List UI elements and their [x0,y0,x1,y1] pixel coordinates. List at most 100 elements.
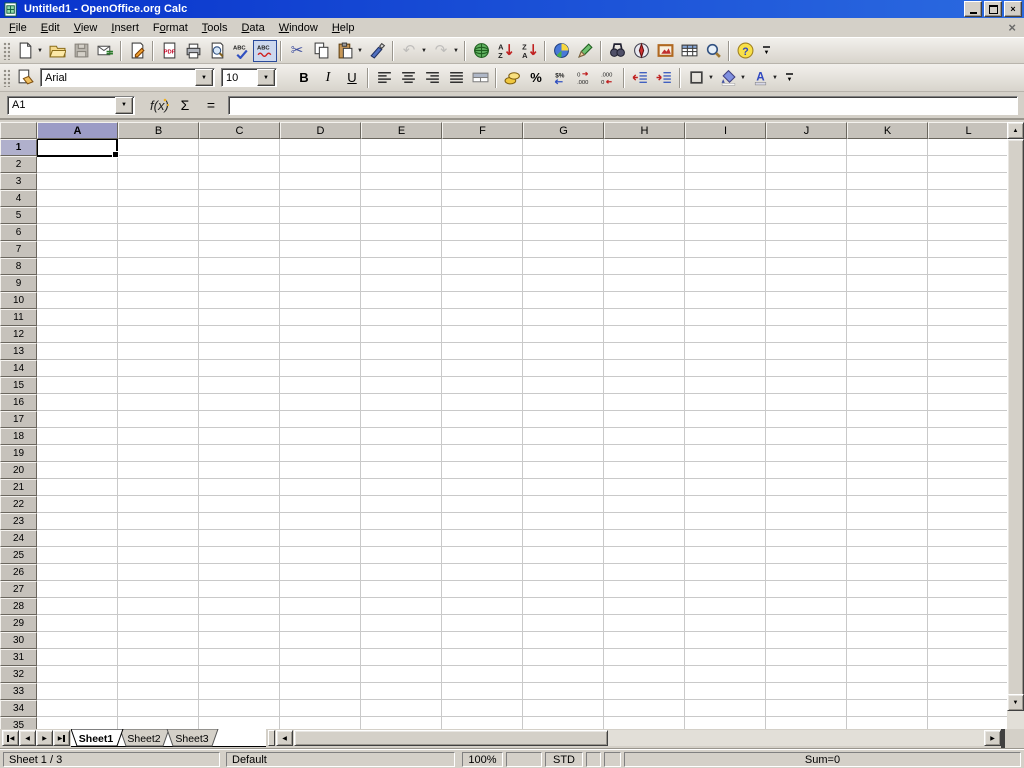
menu-insert[interactable]: Insert [104,19,146,37]
styles-and-formatting-button[interactable] [13,67,37,89]
row-header-30[interactable]: 30 [0,632,37,649]
find-and-replace-button[interactable] [605,40,629,62]
font-size-value[interactable]: 10 [222,72,257,84]
menu-tools[interactable]: Tools [195,19,235,37]
underline-button[interactable]: U [340,67,364,89]
paste-button[interactable] [333,40,357,62]
toolbar-grip[interactable] [3,69,10,87]
print-button[interactable] [181,40,205,62]
sort-descending-button[interactable]: ZA [517,40,541,62]
menu-help[interactable]: Help [325,19,362,37]
gallery-button[interactable] [653,40,677,62]
font-name-dropdown[interactable]: ▼ [195,69,213,86]
row-header-10[interactable]: 10 [0,292,37,309]
menu-data[interactable]: Data [234,19,271,37]
row-header-19[interactable]: 19 [0,445,37,462]
row-header-27[interactable]: 27 [0,581,37,598]
font-name-combobox[interactable]: Arial ▼ [40,68,215,87]
row-header-35[interactable]: 35 [0,717,37,729]
row-header-25[interactable]: 25 [0,547,37,564]
zoom-button[interactable] [701,40,725,62]
insert-chart-button[interactable] [549,40,573,62]
format-paintbrush-button[interactable] [365,40,389,62]
selected-cell-a1[interactable] [37,139,118,157]
row-header-16[interactable]: 16 [0,394,37,411]
row-header-23[interactable]: 23 [0,513,37,530]
row-header-11[interactable]: 11 [0,309,37,326]
close-button[interactable]: × [1004,1,1022,17]
next-sheet-button[interactable]: ▶ [36,730,53,746]
column-header-j[interactable]: J [766,122,847,139]
scroll-left-button[interactable]: ◀ [276,730,293,746]
row-header-13[interactable]: 13 [0,343,37,360]
document-as-email-button[interactable] [93,40,117,62]
merge-cells-button[interactable] [468,67,492,89]
scroll-down-button[interactable]: ▼ [1007,694,1024,711]
toolbar-options-dropdown[interactable]: ▼ [786,73,793,83]
row-header-2[interactable]: 2 [0,156,37,173]
horizontal-scrollbar-thumb[interactable] [294,730,608,746]
page-preview-button[interactable] [205,40,229,62]
borders-button[interactable] [684,67,708,89]
help-button[interactable]: ? [733,40,757,62]
input-line[interactable] [228,96,1018,115]
menu-file[interactable]: File [2,19,34,37]
cut-button[interactable]: ✂ [285,40,309,62]
horizontal-scrollbar-track[interactable] [608,730,984,746]
sort-ascending-button[interactable]: AZ [493,40,517,62]
decrease-indent-button[interactable] [628,67,652,89]
number-format-standard-button[interactable]: $% [548,67,572,89]
data-sources-button[interactable] [677,40,701,62]
row-header-24[interactable]: 24 [0,530,37,547]
row-header-8[interactable]: 8 [0,258,37,275]
new-document-button[interactable] [13,40,37,62]
previous-sheet-button[interactable]: ◀ [19,730,36,746]
row-header-31[interactable]: 31 [0,649,37,666]
align-center-button[interactable] [396,67,420,89]
row-header-12[interactable]: 12 [0,326,37,343]
row-header-17[interactable]: 17 [0,411,37,428]
navigator-button[interactable] [629,40,653,62]
fill-handle[interactable] [112,151,119,158]
menu-window[interactable]: Window [272,19,325,37]
delete-decimal-place-button[interactable]: .0000 [596,67,620,89]
redo-button[interactable]: ↷ [429,40,453,62]
column-header-a[interactable]: A [37,122,118,139]
number-format-currency-button[interactable] [500,67,524,89]
font-color-button[interactable]: A [748,67,772,89]
row-header-28[interactable]: 28 [0,598,37,615]
row-header-15[interactable]: 15 [0,377,37,394]
number-format-percent-button[interactable]: % [524,67,548,89]
open-button[interactable] [45,40,69,62]
row-header-34[interactable]: 34 [0,700,37,717]
show-draw-functions-button[interactable] [573,40,597,62]
first-sheet-button[interactable]: ◀ [2,730,19,746]
justified-button[interactable] [444,67,468,89]
row-header-26[interactable]: 26 [0,564,37,581]
font-size-combobox[interactable]: 10 ▼ [221,68,277,87]
copy-button[interactable] [309,40,333,62]
function-wizard-button[interactable]: f(x) [146,94,172,116]
name-box[interactable]: A1 ▼ [7,96,135,115]
column-header-b[interactable]: B [118,122,199,139]
name-box-dropdown[interactable]: ▼ [115,97,133,114]
vertical-scrollbar[interactable]: ▲ ▼ [1007,122,1024,729]
last-sheet-button[interactable]: ▶ [53,730,70,746]
row-header-33[interactable]: 33 [0,683,37,700]
align-left-button[interactable] [372,67,396,89]
save-button[interactable] [69,40,93,62]
restore-button[interactable] [984,1,1002,17]
increase-indent-button[interactable] [652,67,676,89]
row-header-21[interactable]: 21 [0,479,37,496]
cell-reference[interactable]: A1 [8,99,115,111]
row-header-5[interactable]: 5 [0,207,37,224]
undo-button[interactable]: ↶ [397,40,421,62]
row-header-7[interactable]: 7 [0,241,37,258]
edit-file-button[interactable] [125,40,149,62]
menu-format[interactable]: Format [146,19,195,37]
scroll-right-button[interactable]: ▶ [984,730,1001,746]
vertical-scrollbar-thumb[interactable] [1007,139,1024,711]
column-header-k[interactable]: K [847,122,928,139]
row-header-20[interactable]: 20 [0,462,37,479]
column-header-e[interactable]: E [361,122,442,139]
